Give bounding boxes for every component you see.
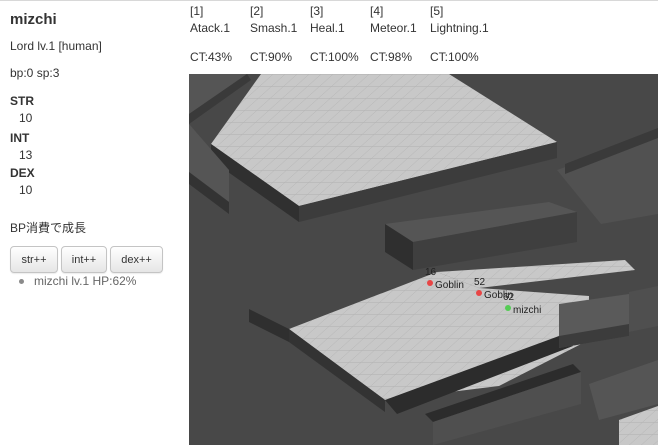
skill-slot-5[interactable]: [5] Lightning.1 CT:100%	[430, 4, 489, 65]
stat-value-str: 10	[19, 111, 33, 125]
points-readout: bp:0 sp:3	[10, 66, 60, 80]
skill-name: Smash.1	[250, 21, 298, 35]
party-list-item: mizchi lv.1 HP:62%	[19, 274, 136, 288]
enemy-hp-label: 16	[425, 267, 437, 278]
skill-slot-1[interactable]: [1] Atack.1 CT:43%	[190, 4, 232, 65]
stat-label-str: STR	[10, 94, 34, 108]
stat-label-dex: DEX	[10, 166, 35, 180]
skill-cooldown: CT:43%	[190, 50, 233, 64]
stat-value-dex: 10	[19, 183, 33, 197]
party-member-label: mizchi lv.1 HP:62%	[34, 274, 137, 288]
enemy-marker-icon[interactable]	[427, 280, 433, 286]
player-marker-icon[interactable]	[505, 305, 511, 311]
bullet-icon	[19, 278, 24, 284]
str-up-button[interactable]: str++	[10, 246, 58, 273]
dungeon-map	[189, 74, 658, 445]
skill-key: [1]	[190, 4, 204, 18]
skill-cooldown: CT:90%	[250, 50, 293, 64]
game-viewport[interactable]: 16 Goblin 52 Goblin 62 mizchi	[189, 74, 658, 445]
status-panel: mizchi Lord lv.1 [human] bp:0 sp:3 STR 1…	[0, 0, 186, 445]
player-name-label: mizchi	[513, 305, 542, 316]
skill-key: [3]	[310, 4, 324, 18]
enemy-name-label: Goblin	[435, 280, 464, 291]
skill-key: [4]	[370, 4, 384, 18]
enemy-hp-label: 52	[474, 277, 486, 288]
skill-cooldown: CT:100%	[430, 50, 479, 64]
skill-name: Meteor.1	[370, 21, 417, 35]
player-hp-label: 62	[503, 292, 515, 303]
skill-slot-3[interactable]: [3] Heal.1 CT:100%	[310, 4, 359, 65]
stat-value-int: 13	[19, 148, 33, 162]
skill-cooldown: CT:100%	[310, 50, 359, 64]
skill-key: [5]	[430, 4, 444, 18]
skill-name: Lightning.1	[430, 21, 489, 35]
skill-slot-4[interactable]: [4] Meteor.1 CT:98%	[370, 4, 417, 65]
player-name: mizchi	[10, 11, 57, 28]
growth-heading: BP消費で成長	[10, 221, 87, 235]
skill-slot-2[interactable]: [2] Smash.1 CT:90%	[250, 4, 297, 65]
skill-key: [2]	[250, 4, 264, 18]
skill-cooldown: CT:98%	[370, 50, 413, 64]
skill-name: Atack.1	[190, 21, 231, 35]
player-title: Lord lv.1 [human]	[10, 39, 102, 53]
dex-up-button[interactable]: dex++	[110, 246, 163, 273]
int-up-button[interactable]: int++	[61, 246, 107, 273]
stat-label-int: INT	[10, 131, 30, 145]
enemy-marker-icon[interactable]	[476, 290, 482, 296]
skill-name: Heal.1	[310, 21, 345, 35]
